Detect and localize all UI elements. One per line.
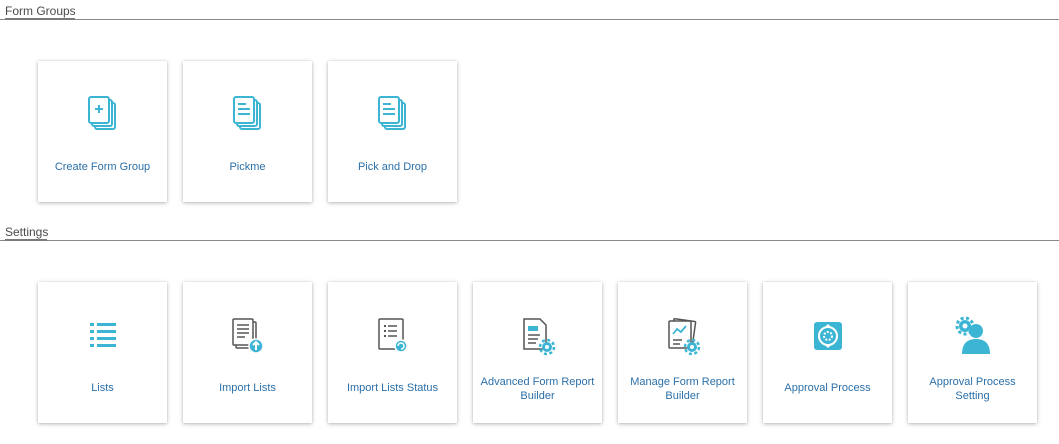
card-manage-form-report-builder[interactable]: Manage Form Report Builder — [618, 282, 747, 423]
card-import-lists[interactable]: Import Lists — [183, 282, 312, 423]
card-approval-process[interactable]: Approval Process — [763, 282, 892, 423]
card-pick-and-drop[interactable]: Pick and Drop — [328, 61, 457, 202]
card-lists[interactable]: Lists — [38, 282, 167, 423]
card-create-form-group[interactable]: Create Form Group — [38, 61, 167, 202]
section-title-underline — [5, 18, 75, 20]
form-groups-header: Form Groups — [0, 4, 1059, 20]
settings-cards: Lists Import Lists Import Lists Status A… — [38, 282, 1037, 423]
report-builder-gear-icon — [518, 316, 558, 356]
card-label: Lists — [91, 382, 114, 394]
settings-title: Settings — [5, 225, 49, 239]
card-label: Approval Process Setting — [929, 376, 1016, 402]
chart-report-gear-icon — [663, 316, 703, 356]
card-advanced-form-report-builder[interactable]: Advanced Form Report Builder — [473, 282, 602, 423]
document-stack-icon — [228, 95, 268, 135]
card-approval-process-setting[interactable]: Approval Process Setting — [908, 282, 1037, 423]
user-gear-icon — [953, 316, 993, 356]
card-label: Pickme — [229, 161, 266, 173]
section-title-underline — [5, 239, 47, 241]
card-import-lists-status[interactable]: Import Lists Status — [328, 282, 457, 423]
form-groups-title: Form Groups — [5, 4, 76, 18]
approval-cycle-icon — [808, 316, 848, 356]
document-plus-icon — [83, 95, 123, 135]
import-status-icon — [373, 316, 413, 356]
card-label: Manage Form Report Builder — [630, 376, 735, 402]
section-divider — [0, 19, 1059, 20]
card-label: Create Form Group — [54, 161, 151, 173]
list-icon — [83, 316, 123, 356]
card-label: Approval Process — [784, 382, 871, 394]
card-label: Import Lists Status — [346, 382, 439, 394]
section-divider — [0, 240, 1059, 241]
document-stack-icon — [373, 95, 413, 135]
card-label: Advanced Form Report Builder — [480, 376, 595, 402]
settings-header: Settings — [0, 225, 1059, 241]
import-list-icon — [228, 316, 268, 356]
page: Form Groups Create Form Group Pickme Pic… — [0, 0, 1059, 444]
form-groups-cards: Create Form Group Pickme Pick and Drop — [38, 61, 457, 202]
card-label: Pick and Drop — [357, 161, 428, 173]
card-label: Import Lists — [219, 382, 276, 394]
card-pickme[interactable]: Pickme — [183, 61, 312, 202]
